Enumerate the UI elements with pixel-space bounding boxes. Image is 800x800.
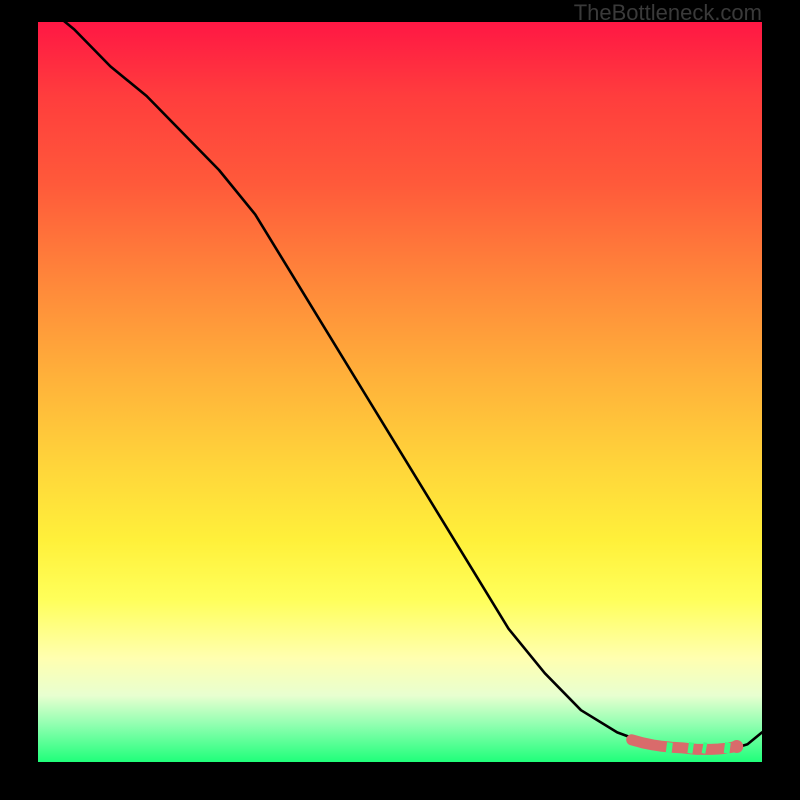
- plot-area: [38, 22, 762, 762]
- curve-line: [38, 0, 762, 750]
- watermark-text: TheBottleneck.com: [574, 0, 762, 26]
- marker-end-dot: [730, 740, 743, 753]
- marker-band: [632, 740, 737, 750]
- chart-frame: TheBottleneck.com: [0, 0, 800, 800]
- marker-gap: [688, 748, 693, 749]
- curve-markers: [632, 740, 744, 753]
- chart-svg: [38, 22, 762, 762]
- marker-gap: [666, 748, 672, 749]
- marker-gap: [703, 748, 707, 749]
- marker-gap: [724, 748, 730, 749]
